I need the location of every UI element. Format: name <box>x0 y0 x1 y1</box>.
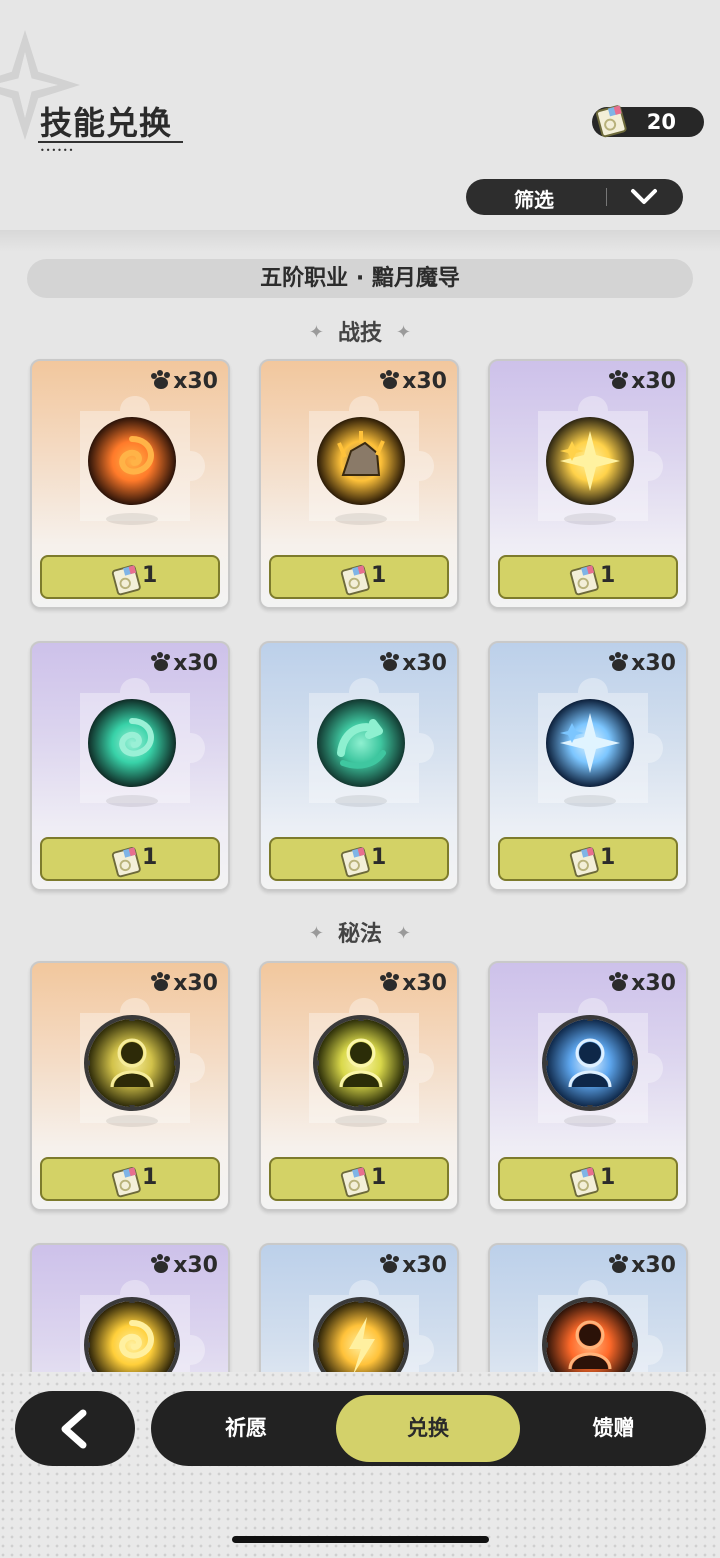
orb-shadow <box>106 795 158 807</box>
orb-shadow <box>335 795 387 807</box>
fire-vortex-skill-icon <box>84 413 180 509</box>
exchange-cost: 1 <box>371 563 387 588</box>
orb-shadow <box>564 1115 616 1127</box>
rock-blast-skill-icon <box>313 413 409 509</box>
ticket-icon <box>339 562 373 600</box>
skill-card[interactable]: x30 1 <box>259 641 459 891</box>
filter-separator <box>606 188 607 206</box>
exchange-cost: 1 <box>600 1165 616 1190</box>
orb-shadow <box>335 513 387 525</box>
wind-arrow-skill-icon <box>313 695 409 791</box>
fragment-count: x30 <box>608 971 676 998</box>
fragment-count: x30 <box>379 369 447 396</box>
fragment-count: x30 <box>150 971 218 998</box>
currency-value: 20 <box>646 110 676 134</box>
paw-icon <box>608 652 630 678</box>
tab-gift[interactable]: 馈赠 <box>521 1391 706 1466</box>
paw-icon <box>608 370 630 396</box>
ticket-icon <box>568 1164 602 1202</box>
orb-shadow <box>335 1115 387 1127</box>
paw-icon <box>379 972 401 998</box>
shield-figure-skill-icon <box>84 1015 180 1111</box>
orb-shadow <box>106 513 158 525</box>
exchange-button[interactable]: 1 <box>269 1157 449 1201</box>
title-underline <box>38 141 183 143</box>
skill-card[interactable]: x30 1 <box>30 359 230 609</box>
filter-label: 筛选 <box>514 188 554 212</box>
home-indicator <box>232 1536 489 1543</box>
currency-display[interactable]: 20 <box>592 105 704 138</box>
chevron-down-icon <box>631 189 657 204</box>
ticket-icon <box>596 105 627 138</box>
heal-figure-skill-icon <box>313 1015 409 1111</box>
exchange-cost: 1 <box>142 845 158 870</box>
tab-wish[interactable]: 祈愿 <box>151 1391 341 1466</box>
ice-crystal-skill-icon <box>542 695 638 791</box>
skill-card[interactable]: x30 1 <box>259 359 459 609</box>
tab-exchange[interactable]: 兑换 <box>336 1395 520 1462</box>
fragment-count: x30 <box>379 971 447 998</box>
paw-icon <box>608 1254 630 1280</box>
exchange-button[interactable]: 1 <box>498 555 678 599</box>
fragment-count: x30 <box>379 651 447 678</box>
section-title-arcane: ✦ 秘法 ✦ <box>308 922 412 947</box>
ticket-icon <box>339 1164 373 1202</box>
orb-shadow <box>564 795 616 807</box>
skill-card[interactable]: x30 1 <box>259 961 459 1211</box>
paw-icon <box>150 652 172 678</box>
exchange-button[interactable]: 1 <box>40 1157 220 1201</box>
exchange-cost: 1 <box>600 563 616 588</box>
orb-shadow <box>106 1115 158 1127</box>
paw-icon <box>379 370 401 396</box>
fragment-count: x30 <box>608 369 676 396</box>
page-title: 技能兑换 <box>40 104 173 142</box>
filter-dropdown[interactable]: 筛选 <box>466 179 683 215</box>
skill-card[interactable]: x30 1 <box>488 641 688 891</box>
exchange-cost: 1 <box>142 563 158 588</box>
skill-card[interactable]: x30 1 <box>30 641 230 891</box>
paw-icon <box>608 972 630 998</box>
skill-card[interactable]: x30 1 <box>488 961 688 1211</box>
class-banner: 五阶职业 · 黯月魔导 <box>27 259 693 298</box>
fragment-count: x30 <box>150 1253 218 1280</box>
ticket-icon <box>110 1164 144 1202</box>
paw-icon <box>150 972 172 998</box>
skill-card[interactable]: x30 1 <box>30 961 230 1211</box>
skill-card[interactable]: x30 1 <box>488 359 688 609</box>
frost-figure-skill-icon <box>542 1015 638 1111</box>
wind-swirl-skill-icon <box>84 695 180 791</box>
ticket-icon <box>110 844 144 882</box>
paw-icon <box>150 1254 172 1280</box>
exchange-cost: 1 <box>142 1165 158 1190</box>
exchange-cost: 1 <box>371 1165 387 1190</box>
exchange-button[interactable]: 1 <box>40 837 220 881</box>
paw-icon <box>379 1254 401 1280</box>
fragment-count: x30 <box>150 651 218 678</box>
fragment-count: x30 <box>379 1253 447 1280</box>
ticket-icon <box>568 844 602 882</box>
title-dots: •••••• <box>40 146 75 155</box>
ticket-icon <box>110 562 144 600</box>
paw-icon <box>379 652 401 678</box>
ticket-icon <box>568 562 602 600</box>
orb-shadow <box>564 513 616 525</box>
section-title-combat: ✦ 战技 ✦ <box>308 321 412 346</box>
ticket-icon <box>339 844 373 882</box>
fragment-count: x30 <box>608 1253 676 1280</box>
star-burst-skill-icon <box>542 413 638 509</box>
fragment-count: x30 <box>608 651 676 678</box>
back-arrow-icon <box>61 1409 87 1449</box>
header-divider <box>0 230 720 252</box>
exchange-button[interactable]: 1 <box>498 1157 678 1201</box>
exchange-cost: 1 <box>371 845 387 870</box>
back-button[interactable] <box>15 1391 135 1466</box>
bottom-tabs: 祈愿 兑换 馈赠 <box>151 1391 706 1466</box>
exchange-cost: 1 <box>600 845 616 870</box>
exchange-button[interactable]: 1 <box>269 555 449 599</box>
exchange-button[interactable]: 1 <box>40 555 220 599</box>
paw-icon <box>150 370 172 396</box>
fragment-count: x30 <box>150 369 218 396</box>
exchange-button[interactable]: 1 <box>269 837 449 881</box>
exchange-button[interactable]: 1 <box>498 837 678 881</box>
